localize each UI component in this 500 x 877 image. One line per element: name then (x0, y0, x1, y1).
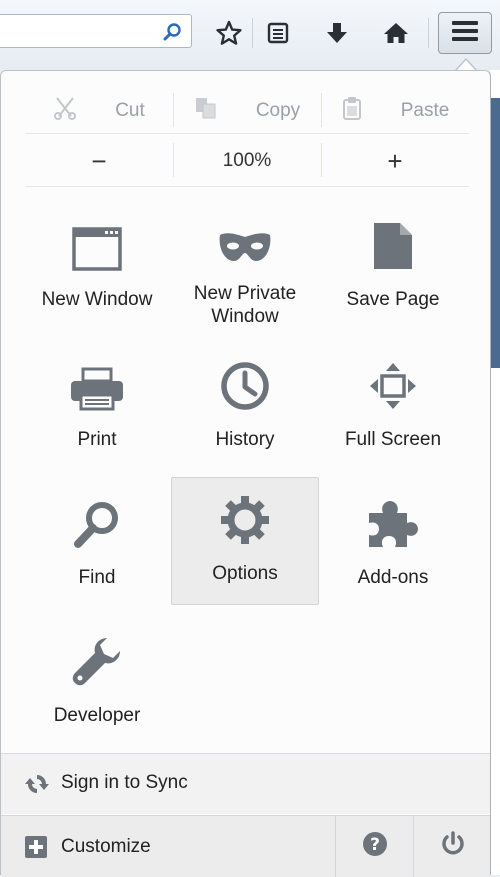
private-mask-icon (218, 231, 272, 270)
magnifier-icon (72, 499, 122, 554)
save-page-icon (372, 221, 414, 276)
panel-footer: Customize ? (1, 815, 490, 877)
developer-label: Developer (53, 705, 141, 726)
copy-button[interactable]: Copy (173, 89, 321, 133)
bookmark-star-icon[interactable] (212, 16, 246, 50)
fullscreen-icon (368, 361, 418, 416)
paste-label: Paste (400, 100, 450, 121)
help-button[interactable]: ? (335, 816, 414, 877)
copy-icon (194, 96, 218, 126)
search-input[interactable] (3, 21, 147, 43)
find-label: Find (78, 567, 116, 588)
zoom-reset-button[interactable]: 100% (173, 139, 321, 183)
home-icon[interactable] (379, 16, 413, 50)
new-window-button[interactable]: New Window (23, 203, 171, 329)
clock-icon (220, 361, 270, 416)
svg-text:?: ? (370, 835, 380, 855)
zoom-out-button[interactable]: − (25, 139, 173, 183)
zoom-in-button[interactable]: + (321, 139, 469, 183)
cut-button[interactable]: Cut (25, 89, 173, 133)
add-ons-label: Add-ons (357, 567, 429, 588)
clipboard-icon (341, 96, 363, 126)
plus-square-icon (25, 836, 47, 863)
puzzle-icon (367, 499, 419, 554)
sign-in-to-sync-button[interactable]: Sign in to Sync (1, 753, 490, 814)
customize-button[interactable]: Customize (1, 816, 335, 877)
browser-toolbar (0, 0, 500, 70)
search-box[interactable] (0, 14, 192, 48)
cut-label: Cut (115, 100, 145, 121)
toolbar-separator (252, 18, 253, 48)
search-icon[interactable] (163, 22, 183, 47)
developer-button[interactable]: Developer (23, 619, 171, 745)
zoom-controls: − 100% + (25, 139, 469, 183)
download-icon[interactable] (320, 16, 354, 50)
scissors-icon (53, 96, 77, 126)
new-window-label: New Window (41, 289, 153, 310)
options-label: Options (212, 563, 278, 584)
menu-icon (451, 20, 479, 47)
find-button[interactable]: Find (23, 481, 171, 607)
customize-label: Customize (61, 836, 151, 857)
print-label: Print (77, 429, 117, 450)
paste-button[interactable]: Paste (321, 89, 469, 133)
new-window-icon (72, 227, 122, 276)
menu-button[interactable] (438, 12, 492, 54)
help-icon: ? (362, 831, 388, 862)
history-label: History (215, 429, 275, 450)
full-screen-label: Full Screen (344, 429, 442, 450)
copy-label: Copy (255, 100, 301, 121)
page-edge (490, 70, 500, 875)
edit-controls: Cut Copy Paste (25, 89, 469, 133)
gear-icon (220, 495, 270, 550)
add-ons-button[interactable]: Add-ons (319, 481, 467, 607)
sync-label: Sign in to Sync (61, 772, 188, 793)
options-button[interactable]: Options (171, 477, 319, 605)
new-private-window-label: New Private Window (193, 283, 297, 327)
print-button[interactable]: Print (23, 343, 171, 469)
power-icon (440, 831, 466, 862)
save-page-label: Save Page (346, 289, 440, 310)
history-button[interactable]: History (171, 343, 319, 469)
sync-icon (25, 772, 49, 801)
printer-icon (69, 367, 125, 416)
full-screen-button[interactable]: Full Screen (319, 343, 467, 469)
reading-list-icon[interactable] (261, 16, 295, 50)
toolbar-separator (428, 18, 429, 48)
wrench-icon (71, 635, 123, 692)
quit-button[interactable] (413, 816, 491, 877)
save-page-button[interactable]: Save Page (319, 203, 467, 329)
new-private-window-button[interactable]: New Private Window (171, 203, 319, 329)
main-menu-panel: Cut Copy Paste − 100% + New Window New P… (0, 70, 491, 877)
